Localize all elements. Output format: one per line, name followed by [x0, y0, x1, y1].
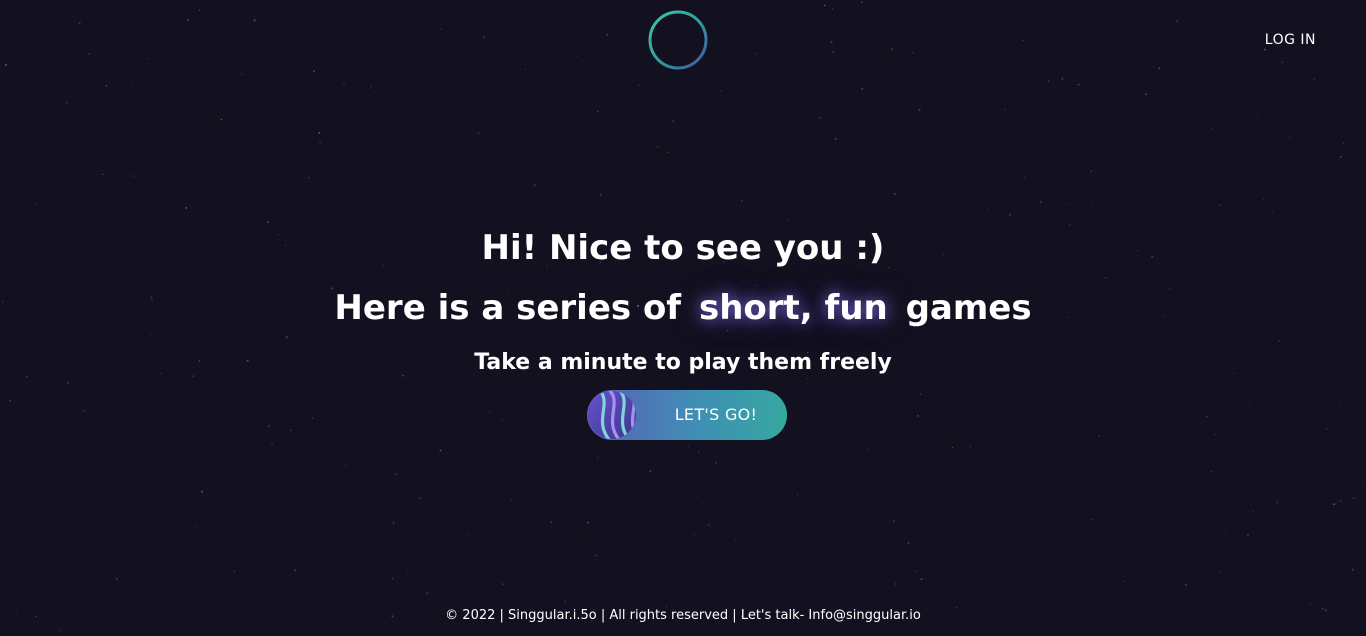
hero-greeting: Hi! Nice to see you :) [481, 228, 885, 268]
tagline-suffix: games [905, 288, 1032, 328]
hero-subtitle: Take a minute to play them freely [474, 350, 892, 375]
lets-go-button[interactable]: LET'S GO! [587, 390, 787, 440]
ring-logo-icon[interactable] [647, 9, 709, 71]
tagline-prefix: Here is a series of [334, 288, 682, 328]
tagline-highlight: short, fun [698, 288, 888, 328]
login-link[interactable]: LOG IN [1265, 32, 1316, 48]
footer-copyright: © 2022 | Singgular.i.5o | All rights res… [445, 608, 921, 623]
hero-tagline: Here is a series of short, fun games [0, 286, 1366, 330]
striped-orb-icon [588, 391, 636, 439]
lets-go-label: LET'S GO! [674, 405, 758, 424]
